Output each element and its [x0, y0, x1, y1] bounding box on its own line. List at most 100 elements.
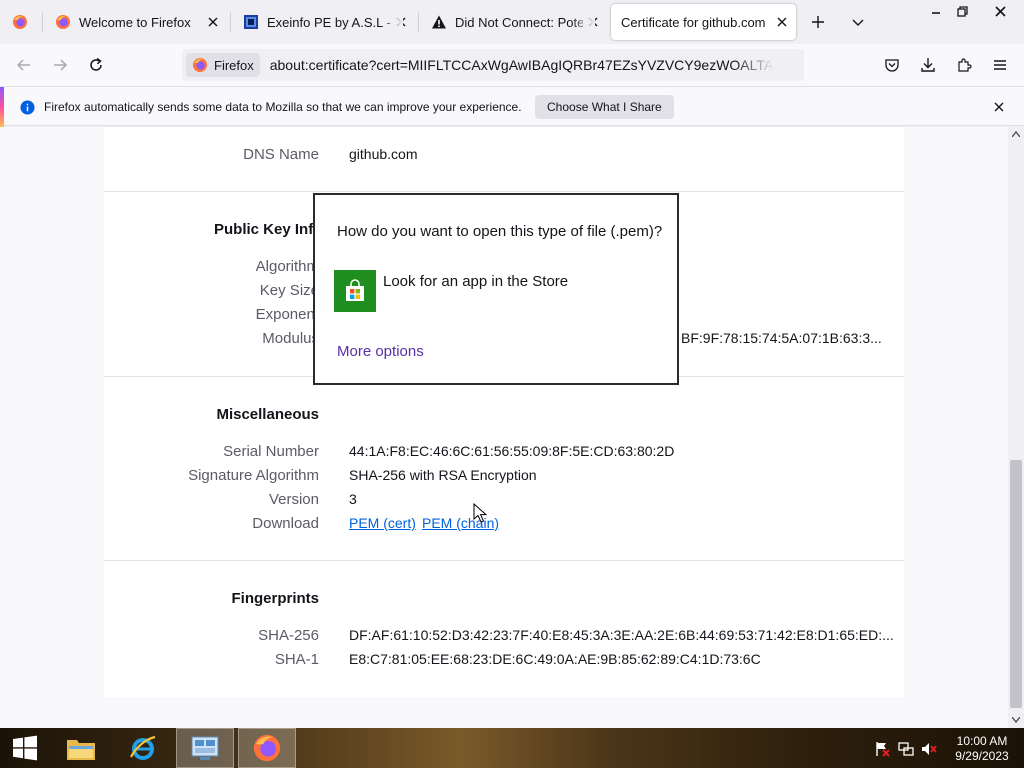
public-key-heading: Public Key Info [214, 221, 323, 238]
firefox-icon [253, 734, 281, 762]
more-options-link[interactable]: More options [337, 343, 424, 360]
system-clock[interactable]: 10:00 AM 9/29/2023 [950, 734, 1014, 764]
start-button[interactable] [0, 728, 50, 768]
version-label: Version [268, 491, 319, 508]
download-icon [921, 58, 935, 72]
key-size-label: Key Size [259, 282, 319, 299]
version-value: 3 [349, 491, 357, 507]
minimize-icon [932, 12, 940, 14]
sha1-label: SHA-1 [274, 651, 319, 668]
dialog-question: How do you want to open this type of fil… [337, 223, 663, 240]
clock-date: 9/29/2023 [955, 749, 1009, 763]
store-icon[interactable] [334, 270, 376, 312]
firefox-icon [13, 15, 27, 29]
sha1-value: E8:C7:81:05:EE:68:23:DE:6C:49:0A:AE:9B:8… [349, 651, 761, 667]
windows-logo-icon [13, 735, 37, 761]
back-arrow-icon [16, 59, 30, 71]
pem-chain-link[interactable]: PEM (chain) [422, 515, 499, 531]
modulus-label: Modulus [262, 330, 319, 347]
pocket-icon [885, 59, 899, 72]
action-center-flag-icon[interactable] [874, 741, 890, 757]
restore-button[interactable] [949, 0, 975, 22]
warning-icon [432, 15, 446, 29]
url-input[interactable]: about:certificate?cert=MIIFLTCCAxWgAwIBA… [270, 57, 774, 73]
serial-number-value: 44:1A:F8:EC:46:6C:61:56:55:09:8F:5E:CD:6… [349, 443, 675, 459]
downloads-button[interactable] [912, 49, 944, 81]
close-icon[interactable] [991, 99, 1007, 115]
data-reporting-notification: Firefox automatically sends some data to… [0, 86, 1024, 127]
sha256-label: SHA-256 [258, 627, 319, 644]
tab-strip: Welcome to Firefox Exeinfo PE by A.S.L -… [0, 0, 1024, 44]
notification-accent [0, 87, 4, 127]
forward-arrow-icon [54, 59, 68, 71]
download-label: Download [252, 515, 319, 532]
control-panel-button[interactable] [176, 728, 234, 768]
firefox-taskbar-button[interactable] [238, 728, 296, 768]
sha256-value: DF:AF:61:10:52:D3:42:23:7F:40:E8:45:3A:3… [349, 627, 894, 643]
tab-did-not-connect[interactable]: Did Not Connect: Potent [419, 0, 609, 44]
internet-explorer-button[interactable] [114, 728, 172, 768]
dns-name-label: DNS Name [243, 146, 319, 163]
card-dns [104, 127, 904, 191]
fingerprints-heading: Fingerprints [231, 590, 319, 607]
exeinfo-icon [244, 15, 258, 29]
chevron-down-icon [852, 19, 864, 26]
control-panel-icon [191, 736, 219, 760]
firefox-icon [193, 58, 207, 72]
pocket-button[interactable] [876, 49, 908, 81]
plus-icon [812, 16, 824, 28]
clock-time: 10:00 AM [956, 734, 1008, 748]
tab-welcome[interactable]: Welcome to Firefox [43, 0, 229, 44]
close-tab-icon[interactable] [772, 12, 792, 32]
hamburger-menu-icon [994, 60, 1006, 70]
look-for-app-option[interactable]: Look for an app in the Store [383, 273, 568, 290]
puzzle-icon [958, 58, 972, 72]
exponent-label: Exponent [255, 306, 319, 323]
open-with-dialog: How do you want to open this type of fil… [313, 193, 679, 385]
file-explorer-button[interactable] [52, 728, 110, 768]
back-button[interactable] [8, 49, 40, 81]
close-icon [994, 5, 1006, 17]
serial-number-label: Serial Number [223, 443, 319, 460]
reload-icon [90, 57, 102, 71]
firefox-icon [56, 15, 70, 29]
tab-title: Welcome to Firefox [79, 14, 191, 30]
miscellaneous-heading: Miscellaneous [216, 406, 319, 423]
identity-box[interactable]: Firefox [186, 53, 260, 77]
url-bar[interactable]: Firefox about:certificate?cert=MIIFLTCCA… [182, 49, 804, 81]
signature-algorithm-label: Signature Algorithm [188, 467, 319, 484]
restore-icon [956, 5, 968, 17]
scrollbar-thumb[interactable] [1010, 460, 1022, 708]
volume-muted-icon[interactable] [921, 741, 937, 757]
tab-title: Did Not Connect: Potent [455, 14, 583, 30]
info-icon [20, 100, 35, 115]
folder-icon [67, 740, 95, 760]
identity-label: Firefox [214, 57, 254, 73]
list-all-tabs-button[interactable] [842, 6, 874, 38]
mouse-cursor-icon [473, 503, 487, 523]
windows-taskbar [0, 728, 1024, 768]
pem-cert-link[interactable]: PEM (cert) [349, 515, 416, 531]
new-tab-button[interactable] [802, 6, 834, 38]
tab-certificate[interactable]: Certificate for github.com [609, 0, 798, 44]
network-icon[interactable] [898, 741, 914, 757]
notification-message: Firefox automatically sends some data to… [44, 100, 522, 114]
scroll-down-icon[interactable] [1012, 717, 1020, 723]
modulus-value: BF:9F:78:15:74:5A:07:1B:63:3... [681, 330, 882, 346]
reload-button[interactable] [80, 49, 112, 81]
forward-button[interactable] [44, 49, 76, 81]
signature-algorithm-value: SHA-256 with RSA Encryption [349, 467, 537, 483]
firefox-view-button[interactable] [4, 6, 36, 38]
tab-exeinfo[interactable]: Exeinfo PE by A.S.L - pac [231, 0, 417, 44]
close-tab-icon[interactable] [203, 12, 223, 32]
tab-title: Certificate for github.com [621, 14, 766, 30]
extensions-button[interactable] [948, 49, 980, 81]
tab-title: Exeinfo PE by A.S.L - pac [267, 14, 391, 30]
window-close-button[interactable] [984, 0, 1016, 22]
internet-explorer-icon [130, 735, 156, 760]
choose-what-i-share-button[interactable]: Choose What I Share [535, 95, 674, 119]
scroll-up-icon[interactable] [1012, 131, 1020, 137]
dns-name-value: github.com [349, 146, 418, 162]
app-menu-button[interactable] [984, 49, 1016, 81]
minimize-button[interactable] [923, 0, 949, 22]
